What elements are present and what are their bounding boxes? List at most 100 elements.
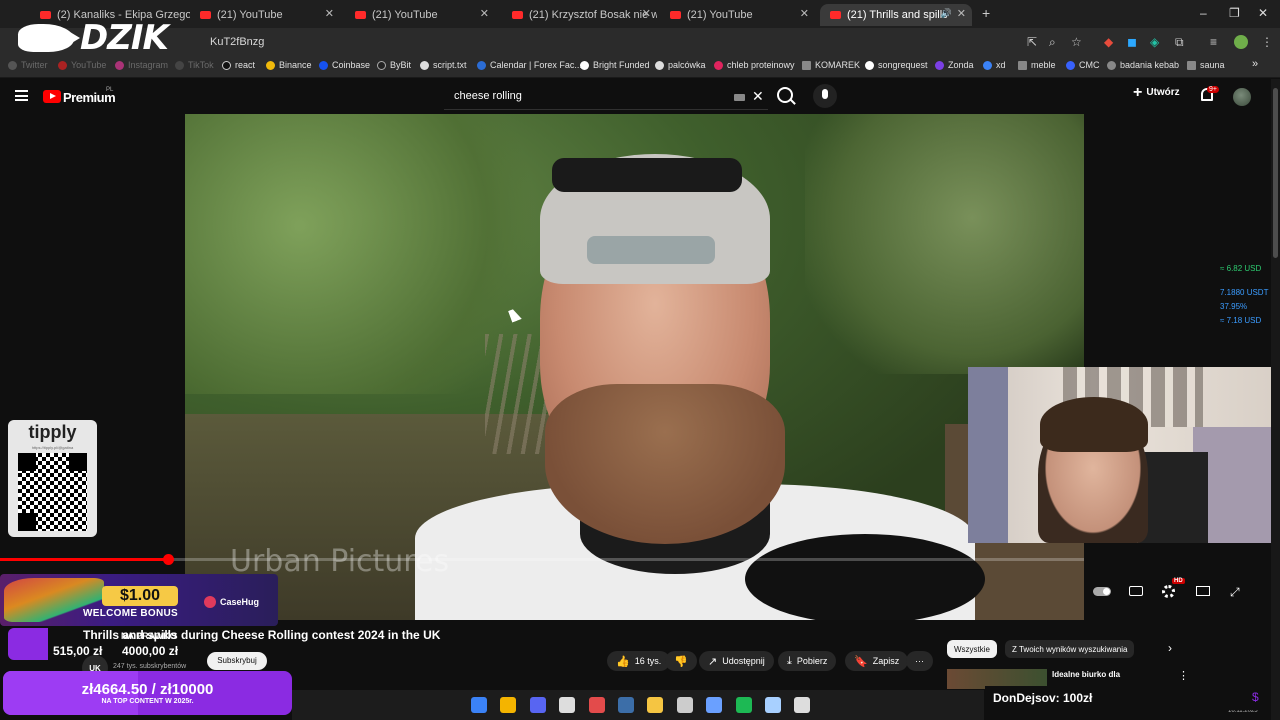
settings-gear-icon[interactable] <box>1162 585 1175 598</box>
browser-tab-active[interactable]: (21) Thrills and spills during...🔊 ✕ <box>820 4 972 26</box>
bookmark-label: meble <box>1031 60 1056 70</box>
extension-icon[interactable]: ◆ <box>1104 35 1113 49</box>
bookmark-item[interactable]: badania kebab <box>1107 60 1179 70</box>
media-controls-icon[interactable]: ≡ <box>1210 35 1217 49</box>
youtube-logo-icon[interactable] <box>43 90 61 103</box>
extension-icon[interactable]: ◼ <box>1127 35 1137 49</box>
obs-icon[interactable] <box>559 697 576 713</box>
folder-icon[interactable] <box>647 697 664 713</box>
bookmark-folder[interactable]: meble <box>1018 60 1056 70</box>
bookmark-folder[interactable]: KOMAREK <box>802 60 860 70</box>
chip-all[interactable]: Wszystkie <box>947 640 997 658</box>
bookmark-item[interactable]: Calendar | Forex Fac... <box>477 60 582 70</box>
browser-tab[interactable]: (21) YouTube ✕ <box>660 4 815 26</box>
fullscreen-icon[interactable]: ⤢ <box>1230 585 1240 600</box>
extension-icon[interactable]: ◈ <box>1150 35 1159 49</box>
bookmark-item[interactable]: react <box>222 60 255 70</box>
extensions-puzzle-icon[interactable]: ⧉ <box>1175 35 1184 50</box>
microphone-icon[interactable] <box>813 84 837 108</box>
like-button[interactable]: 👍 16 tys. <box>607 651 671 671</box>
share-arrow-icon: ↗ <box>708 655 718 668</box>
speaker-icon[interactable]: 🔊 <box>941 8 952 19</box>
steam-icon[interactable] <box>618 697 634 713</box>
video-player[interactable]: Urban Pictures <box>185 114 1084 620</box>
autoplay-toggle[interactable] <box>1093 587 1111 596</box>
menu-kebab-icon[interactable]: ⋮ <box>1261 35 1273 49</box>
bookmark-item[interactable]: Bright Funded <box>580 60 650 70</box>
account-avatar[interactable] <box>1233 88 1251 106</box>
dollar-icon: $ <box>1252 690 1259 704</box>
chrome-icon[interactable] <box>500 697 517 713</box>
zoom-icon[interactable]: ⌕ <box>1049 35 1056 50</box>
minimize-button[interactable]: – <box>1200 6 1207 20</box>
keyboard-icon[interactable] <box>734 94 745 101</box>
browser-tab[interactable]: (21) YouTube ✕ <box>190 4 340 26</box>
recommendation-title[interactable]: Idealne biurko dla <box>1052 670 1120 679</box>
dislike-button[interactable]: 👎 <box>665 651 697 671</box>
bookmark-label: Bright Funded <box>593 60 650 70</box>
discord-icon[interactable] <box>529 697 546 713</box>
bookmark-item[interactable]: xd <box>983 60 1006 70</box>
chip-from-search-results[interactable]: Z Twoich wyników wyszukiwania <box>1005 640 1135 658</box>
close-tab-icon[interactable]: ✕ <box>957 7 966 20</box>
maximize-button[interactable]: ❐ <box>1229 6 1240 20</box>
more-bookmarks-icon[interactable]: » <box>1252 58 1258 70</box>
bookmark-item[interactable]: Coinbase <box>319 60 370 70</box>
folder-icon <box>1187 60 1196 70</box>
zonda-icon <box>935 60 944 70</box>
bookmark-label: Twitter <box>21 60 48 70</box>
close-tab-icon[interactable]: ✕ <box>642 7 651 20</box>
install-app-icon[interactable]: ⇱ <box>1027 35 1037 49</box>
new-tab-button[interactable]: + <box>982 5 990 21</box>
tab-label: (21) YouTube <box>372 9 438 21</box>
app-icon[interactable] <box>588 697 605 713</box>
profile-avatar[interactable] <box>1234 35 1248 49</box>
clear-search-icon[interactable]: ✕ <box>752 88 764 105</box>
share-button[interactable]: ↗ Udostępnij <box>699 651 774 671</box>
more-actions-button[interactable]: ··· <box>906 651 933 671</box>
search-icon[interactable] <box>777 87 793 103</box>
bookmark-item[interactable]: Instagram <box>115 60 168 70</box>
recommendation-more-icon[interactable]: ⋮ <box>1178 669 1189 682</box>
notepad-icon[interactable] <box>765 697 781 713</box>
app-icon-2[interactable] <box>794 697 811 713</box>
browser-tab[interactable]: (21) Krzysztof Bosak nie wytrzym...✕ <box>502 4 657 26</box>
spotify-icon[interactable] <box>735 697 752 713</box>
bookmark-item[interactable]: CMC <box>1066 60 1100 70</box>
search-box[interactable]: cheese rolling ✕ <box>444 84 768 110</box>
close-tab-icon[interactable]: ✕ <box>480 7 489 20</box>
scrollbar-thumb[interactable] <box>1273 88 1278 258</box>
chevron-right-icon[interactable]: › <box>1168 641 1172 655</box>
bookmark-item[interactable]: TikTok <box>175 60 214 70</box>
create-button[interactable]: + Utwórz <box>1133 84 1180 100</box>
bookmark-item[interactable]: YouTube <box>58 60 106 70</box>
video-scrubber-handle[interactable] <box>163 554 175 565</box>
bookmark-folder[interactable]: sauna <box>1187 60 1225 70</box>
close-tab-icon[interactable]: ✕ <box>325 7 334 20</box>
ccleaner-icon[interactable] <box>676 697 693 713</box>
bookmark-item[interactable]: palcówka <box>655 60 706 70</box>
goal-small-target: 4000,00 zł <box>122 644 179 658</box>
bookmark-item[interactable]: Binance <box>266 60 312 70</box>
hamburger-menu-icon[interactable] <box>15 90 28 101</box>
tool-icon[interactable] <box>706 697 723 713</box>
theater-mode-icon[interactable] <box>1196 586 1210 596</box>
url-field[interactable]: KuT2fBnzg <box>210 36 264 48</box>
bookmark-item[interactable]: chleb proteinowy <box>714 60 795 70</box>
bookmark-item[interactable]: ByBit <box>377 60 411 70</box>
bookmark-item[interactable]: Twitter <box>8 60 48 70</box>
save-button[interactable]: 🔖 Zapisz <box>845 651 909 671</box>
bookmark-label: sauna <box>1200 60 1225 70</box>
windows-start-icon[interactable] <box>471 697 487 713</box>
bookmark-item[interactable]: Zonda <box>935 60 974 70</box>
browser-tab[interactable]: (21) YouTube ✕ <box>345 4 495 26</box>
subtitles-icon[interactable] <box>1129 586 1143 596</box>
bookmark-star-icon[interactable]: ☆ <box>1071 35 1082 49</box>
close-tab-icon[interactable]: ✕ <box>800 7 809 20</box>
search-input[interactable]: cheese rolling <box>454 90 522 102</box>
bookmark-item[interactable]: songrequest <box>865 60 928 70</box>
close-window-button[interactable]: ✕ <box>1258 6 1268 20</box>
download-button[interactable]: ⤓ Pobierz <box>778 651 837 671</box>
youtube-favicon-icon <box>830 11 841 19</box>
bookmark-item[interactable]: script.txt <box>420 60 467 70</box>
